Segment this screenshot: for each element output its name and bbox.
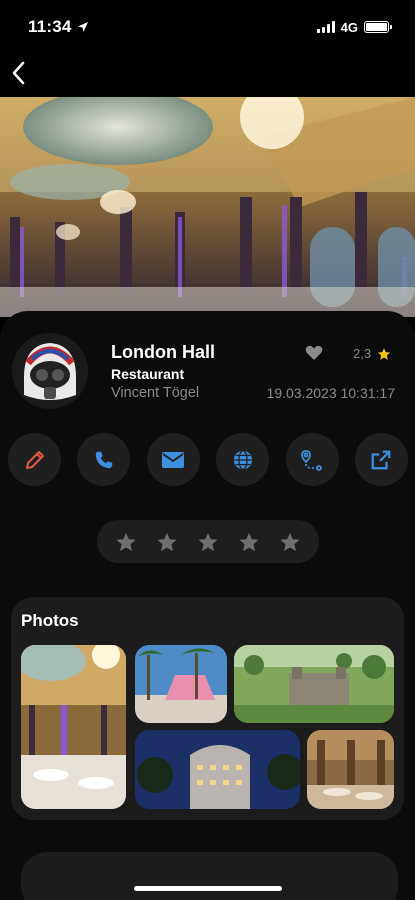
star-3-icon[interactable]	[197, 531, 219, 553]
photo-thumbnail[interactable]	[307, 730, 394, 809]
detail-sheet: London Hall Restaurant Vincent Tögel 2,3…	[0, 311, 415, 900]
battery-icon	[364, 21, 392, 33]
user-rating-stars	[97, 520, 319, 563]
heart-icon	[305, 345, 323, 360]
place-author[interactable]: Vincent Tögel	[111, 385, 199, 401]
star-4-icon[interactable]	[238, 531, 260, 553]
back-button[interactable]	[6, 58, 30, 88]
home-indicator[interactable]	[134, 886, 282, 891]
status-time-group: 11:34	[28, 17, 89, 37]
pencil-icon	[25, 450, 44, 469]
rating-summary: 2,3	[353, 346, 391, 361]
external-link-icon	[372, 450, 391, 469]
website-button[interactable]	[216, 433, 270, 486]
place-name: London Hall	[111, 342, 215, 362]
action-row	[8, 433, 408, 486]
rating-value: 2,3	[353, 346, 372, 361]
photo-thumbnail[interactable]	[135, 730, 300, 809]
star-5-icon[interactable]	[279, 531, 301, 553]
chevron-left-icon	[12, 61, 25, 85]
route-icon	[301, 449, 322, 471]
star-1-icon[interactable]	[115, 531, 137, 553]
place-timestamp: 19.03.2023 10:31:17	[266, 385, 395, 401]
location-arrow-icon	[77, 22, 88, 32]
photos-heading: Photos	[21, 611, 79, 630]
share-button[interactable]	[354, 433, 408, 486]
mail-icon	[162, 451, 185, 468]
status-bar: 11:34 4G	[0, 0, 415, 54]
star-filled-icon	[377, 347, 391, 360]
avatar[interactable]	[12, 333, 88, 409]
photo-thumbnail[interactable]	[135, 645, 227, 723]
place-category: Restaurant	[111, 366, 185, 382]
signal-icon	[316, 21, 335, 33]
edit-button[interactable]	[8, 433, 61, 486]
globe-icon	[233, 449, 252, 470]
star-2-icon[interactable]	[156, 531, 178, 553]
email-button[interactable]	[146, 433, 200, 486]
helmet-avatar-image	[12, 333, 88, 409]
favorite-button[interactable]	[305, 345, 325, 363]
photo-thumbnail[interactable]	[234, 645, 394, 723]
photos-card: Photos	[11, 597, 404, 820]
hero-image	[0, 97, 415, 317]
next-section-card	[21, 852, 398, 900]
call-button[interactable]	[77, 433, 131, 486]
phone-icon	[95, 451, 113, 468]
place-detail-screen: 11:34 4G London Hall Restaurant Vincent …	[0, 0, 415, 900]
status-indicators: 4G	[316, 19, 392, 35]
photo-thumbnail[interactable]	[21, 645, 126, 809]
network-label: 4G	[340, 19, 358, 35]
directions-button[interactable]	[285, 433, 339, 486]
status-time: 11:34	[28, 17, 72, 36]
